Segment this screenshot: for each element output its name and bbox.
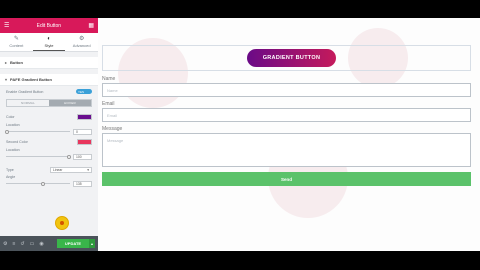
type-label: Type <box>6 167 14 172</box>
type-select[interactable]: Linear ▾ <box>50 166 92 173</box>
angle-slider[interactable] <box>6 181 70 186</box>
color-swatch[interactable] <box>77 113 92 120</box>
second-color-swatch[interactable] <box>77 138 92 145</box>
section-button[interactable]: ▸ Button <box>0 57 98 69</box>
gear-icon: ⚙ <box>78 36 85 42</box>
message-label: Message <box>102 126 123 132</box>
grid-icon[interactable]: ▦ <box>88 23 94 29</box>
tab-normal[interactable]: NORMAL <box>7 100 49 106</box>
tab-style[interactable]: ◐ Style <box>32 33 66 51</box>
state-switcher: NORMAL HOVER <box>6 99 92 107</box>
enable-gradient-toggle[interactable]: YES <box>76 89 92 94</box>
navigator-icon[interactable]: ≡ <box>12 241 15 247</box>
panel-title: Edit Button <box>36 22 62 29</box>
tab-advanced[interactable]: ⚙ Advanced <box>65 33 98 51</box>
email-field[interactable]: Email <box>102 108 471 122</box>
editor-panel: ☰ Edit Button ▦ ✎ Content ◐ Style ⚙ Adva… <box>0 18 98 251</box>
angle-input[interactable]: 135 <box>73 180 92 187</box>
name-label: Name <box>102 76 116 82</box>
tab-hover[interactable]: HOVER <box>49 100 91 106</box>
half-circle-icon: ◐ <box>47 35 51 42</box>
section-gradient-button[interactable]: ▾ PAFE Gradient Button <box>0 74 98 86</box>
location2-slider[interactable] <box>6 154 71 159</box>
location2-input[interactable]: 100 <box>73 153 92 160</box>
caret-down-icon: ▾ <box>5 77 8 82</box>
angle-slider-handle[interactable] <box>41 181 46 186</box>
chevron-down-icon: ▾ <box>87 167 89 172</box>
settings-icon[interactable]: ⚙ <box>3 241 7 247</box>
panel-header: ☰ Edit Button ▦ <box>0 18 98 33</box>
gradient-button-container: GRADIENT BUTTON <box>102 45 471 71</box>
pencil-icon: ✎ <box>13 36 19 42</box>
location-input[interactable]: 0 <box>73 128 92 135</box>
mouse-cursor-highlight <box>55 216 69 230</box>
location2-slider-handle[interactable] <box>67 154 71 159</box>
enable-gradient-label: Enable Gradient Button <box>6 89 44 94</box>
email-label: Email <box>102 101 115 107</box>
history-icon[interactable]: ↺ <box>20 241 24 247</box>
section-body: Enable Gradient Button YES NORMAL HOVER … <box>0 86 98 188</box>
second-color-label: Second Color <box>6 139 28 144</box>
page-preview: GRADIENT BUTTON Name Name Email Email Me… <box>98 18 480 251</box>
location-slider-handle[interactable] <box>5 129 9 134</box>
responsive-icon[interactable]: ▭ <box>30 241 35 247</box>
send-button[interactable]: Send <box>102 172 471 186</box>
update-button[interactable]: UPDATE <box>57 239 89 248</box>
update-options-icon[interactable]: ▴ <box>89 239 95 248</box>
location-slider[interactable] <box>5 129 70 134</box>
gradient-button[interactable]: GRADIENT BUTTON <box>247 49 336 67</box>
message-field[interactable]: Message <box>102 133 471 167</box>
preview-eye-icon[interactable]: ◉ <box>39 241 43 247</box>
hamburger-menu-icon[interactable]: ☰ <box>4 23 9 29</box>
panel-footer: ⚙ ≡ ↺ ▭ ◉ UPDATE ▴ <box>0 236 98 251</box>
name-field[interactable]: Name <box>102 83 471 97</box>
panel-tabs: ✎ Content ◐ Style ⚙ Advanced <box>0 33 98 52</box>
tab-content[interactable]: ✎ Content <box>0 33 33 51</box>
color-label: Color <box>6 114 15 119</box>
caret-right-icon: ▸ <box>5 60 8 65</box>
